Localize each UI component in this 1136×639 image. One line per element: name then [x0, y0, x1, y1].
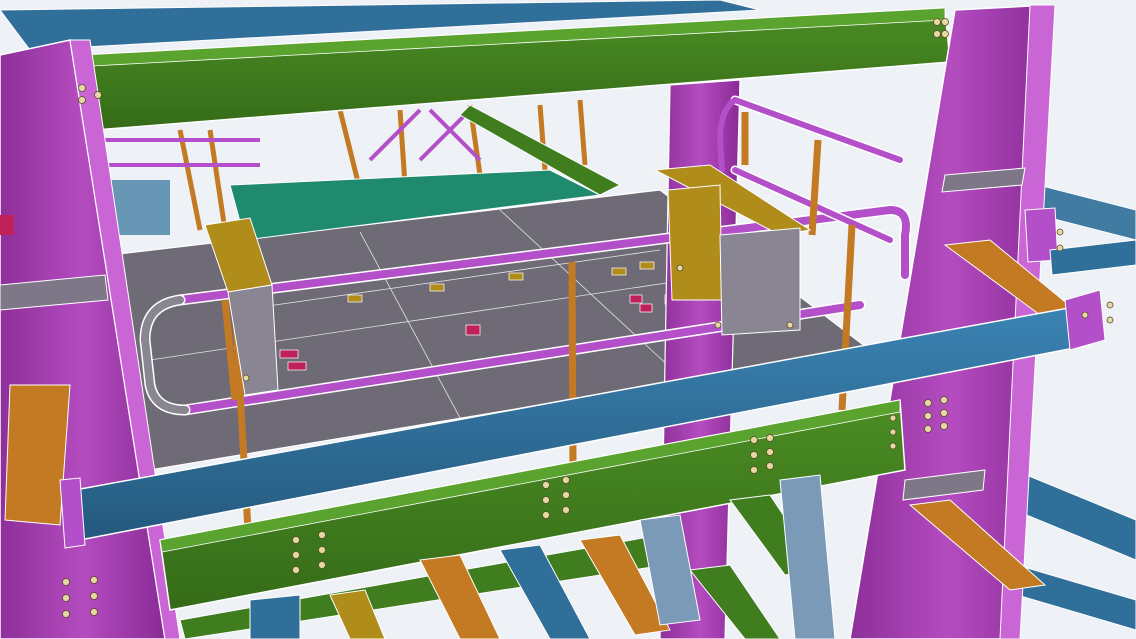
3d-model-viewport[interactable]	[0, 0, 1136, 639]
model-canvas	[0, 0, 1136, 639]
